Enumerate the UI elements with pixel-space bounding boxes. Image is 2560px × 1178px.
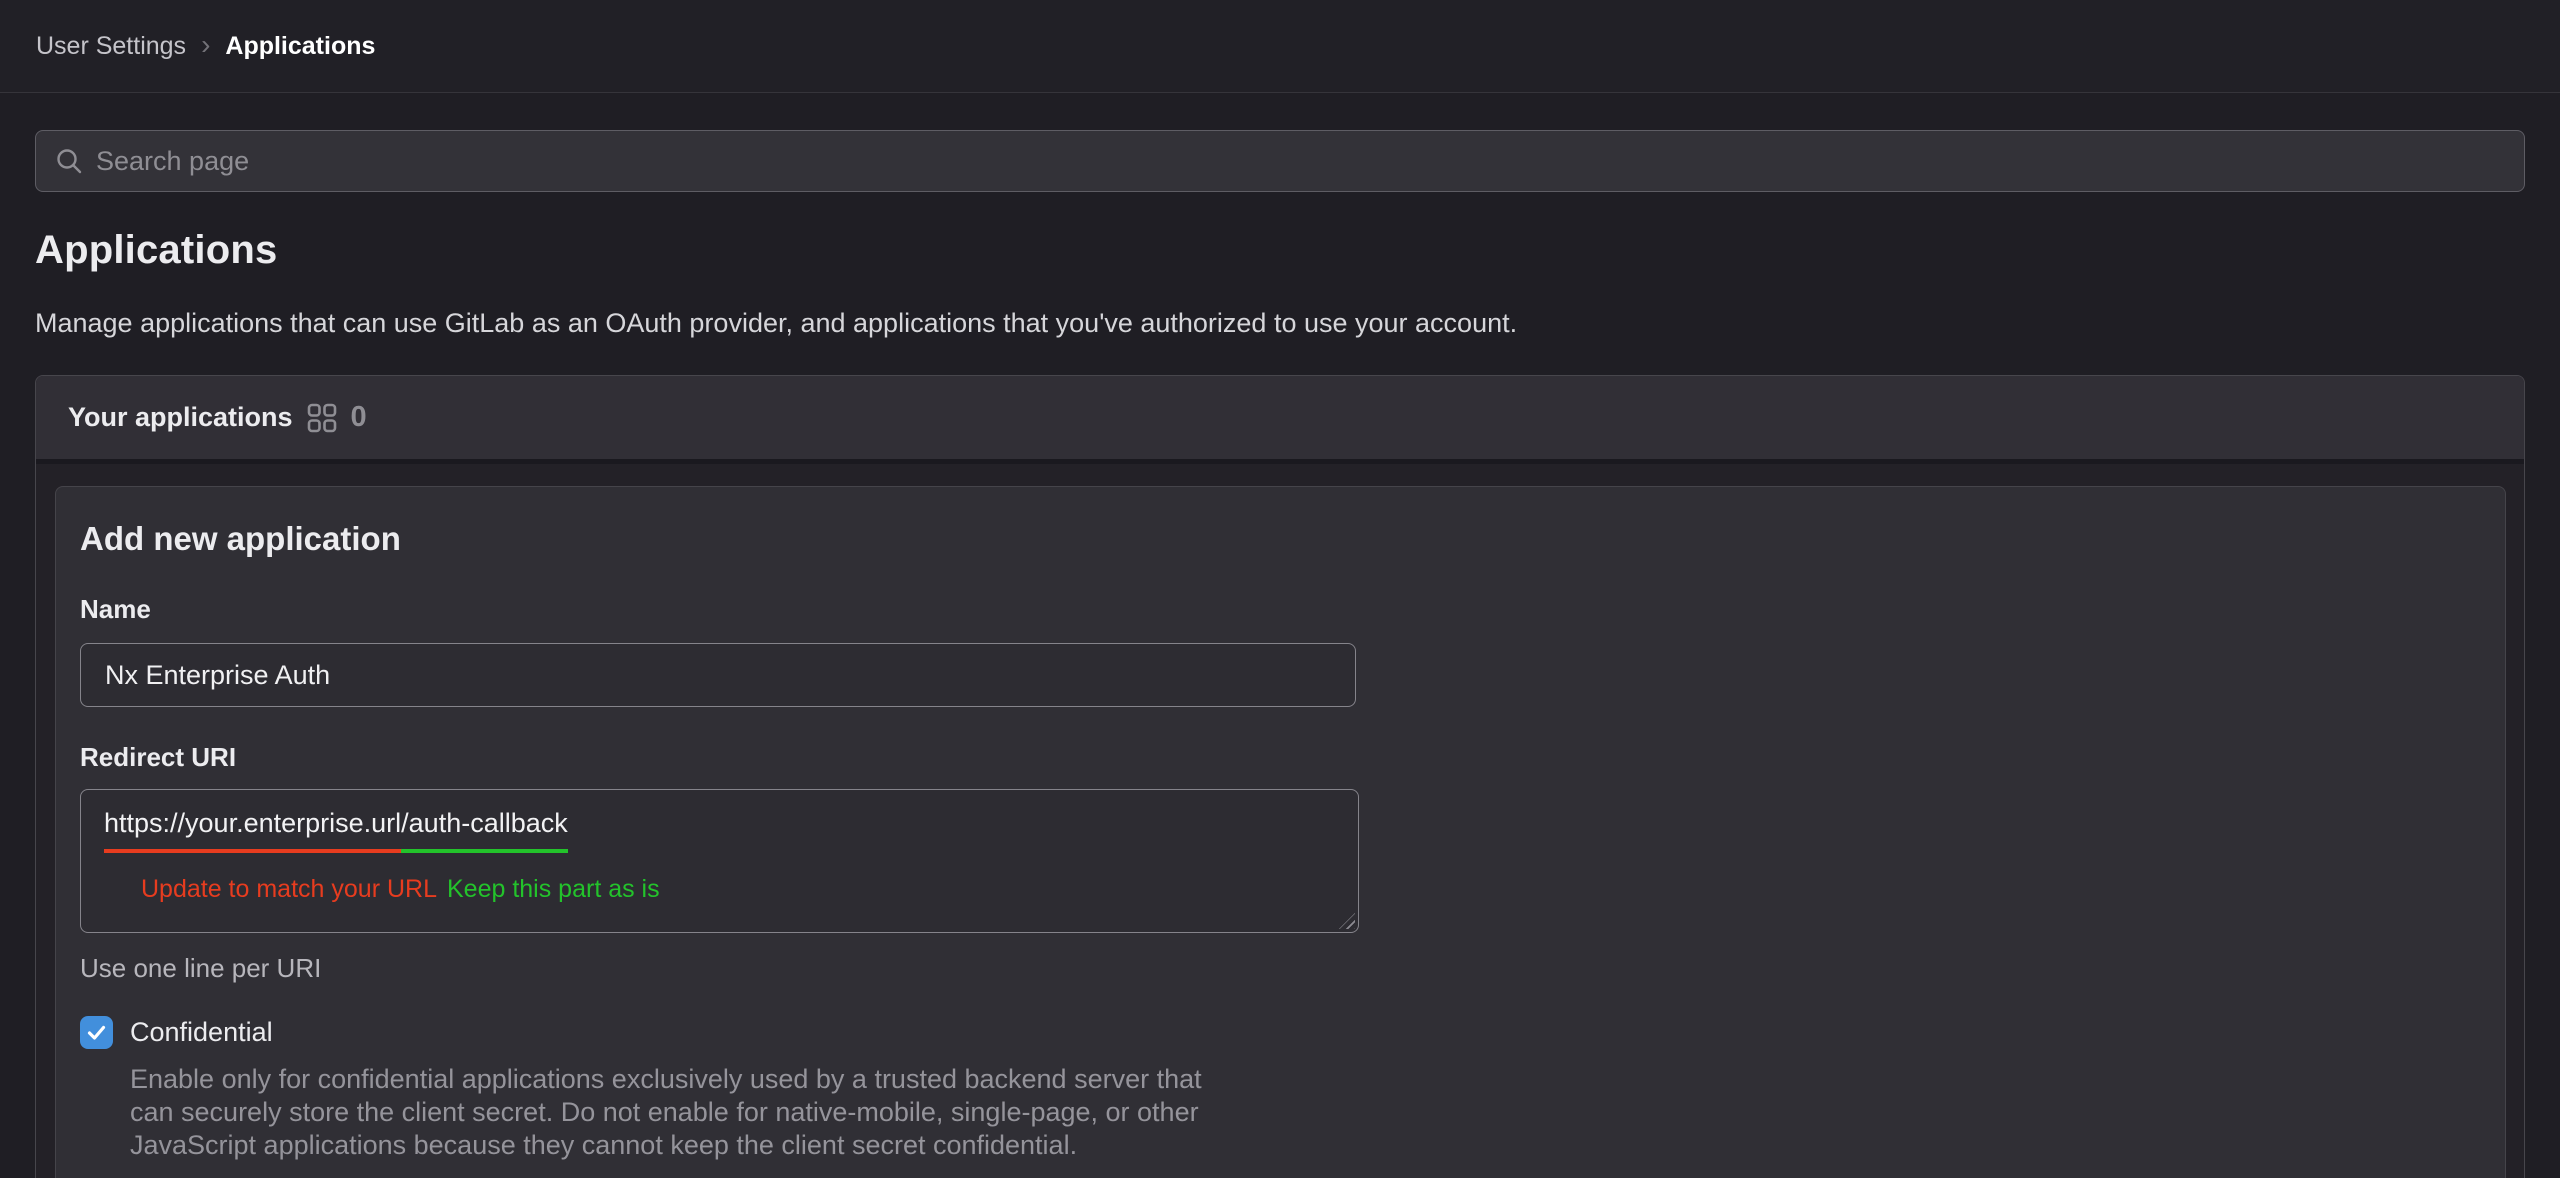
applications-count-badge: 0	[351, 401, 367, 434]
breadcrumb-applications: Applications	[225, 32, 375, 61]
redirect-uri-label: Redirect URI	[80, 741, 2505, 773]
redirect-uri-hint: Use one line per URI	[80, 952, 2505, 984]
redirect-uri-value-green-part: /auth-callback	[401, 806, 568, 840]
add-new-application-card: Add new application Name Redirect URI ht…	[55, 486, 2506, 1178]
confidential-label[interactable]: Confidential	[130, 1017, 273, 1048]
help-line: Enable only for confidential application…	[130, 1063, 2505, 1096]
check-icon	[85, 1021, 108, 1044]
help-line: can securely store the client secret. Do…	[130, 1096, 2505, 1129]
chevron-right-icon: ›	[201, 31, 210, 62]
breadcrumb-user-settings[interactable]: User Settings	[36, 32, 186, 61]
your-applications-title: Your applications	[68, 402, 293, 433]
name-label: Name	[80, 593, 2505, 625]
breadcrumb: User Settings › Applications	[36, 31, 375, 62]
add-application-title: Add new application	[80, 519, 2505, 559]
redirect-uri-textarea[interactable]: https://your.enterprise.url/auth-callbac…	[80, 789, 1359, 933]
confidential-checkbox-row[interactable]: Confidential	[80, 1016, 2505, 1049]
search-box[interactable]	[35, 130, 2525, 192]
confidential-help-text: Enable only for confidential application…	[130, 1063, 2505, 1162]
confidential-checkbox[interactable]	[80, 1016, 113, 1049]
page-description: Manage applications that can use GitLab …	[35, 306, 1517, 340]
annotation-update-url: Update to match your URL	[141, 874, 437, 904]
redirect-uri-value-red-part: https://your.enterprise.url	[104, 806, 401, 840]
resize-grip-icon[interactable]	[1339, 913, 1355, 929]
your-applications-body: Add new application Name Redirect URI ht…	[36, 464, 2524, 1178]
search-input[interactable]	[96, 146, 2506, 177]
help-line: JavaScript applications because they can…	[130, 1129, 2505, 1162]
your-applications-section: Your applications 0 Add new application …	[35, 375, 2525, 1178]
top-bar: User Settings › Applications	[0, 0, 2560, 93]
search-icon	[54, 146, 84, 176]
your-applications-header: Your applications 0	[36, 376, 2524, 464]
page-title: Applications	[35, 228, 277, 273]
application-name-input[interactable]	[80, 643, 1356, 707]
grid-squares-icon	[307, 403, 337, 433]
annotation-keep-part: Keep this part as is	[447, 874, 660, 904]
